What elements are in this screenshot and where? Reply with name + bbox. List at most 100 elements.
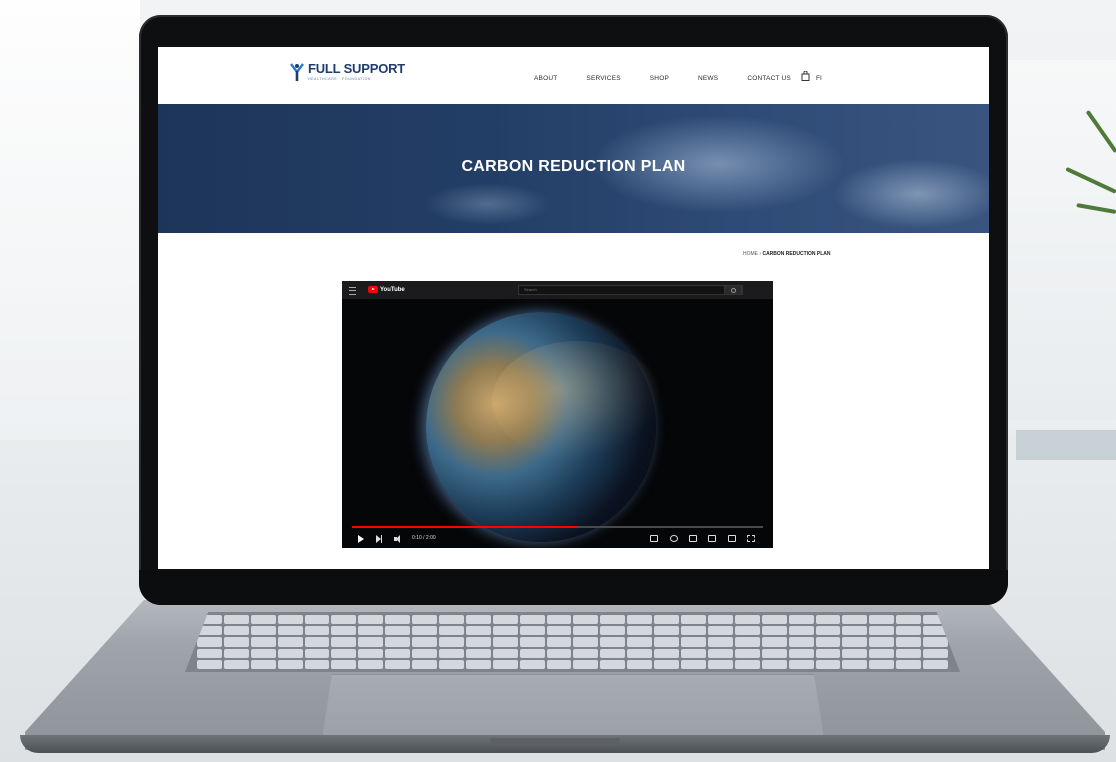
nav-item-shop[interactable]: SHOP bbox=[650, 75, 669, 82]
keyboard-key bbox=[277, 626, 303, 636]
keyboard-key bbox=[277, 648, 303, 658]
keyboard-key bbox=[250, 659, 276, 669]
keyboard-key bbox=[842, 615, 868, 625]
youtube-play-icon bbox=[368, 286, 378, 293]
breadcrumb: HOME › CARBON REDUCTION PLAN bbox=[743, 251, 831, 257]
nav-item-about[interactable]: ABOUT bbox=[534, 75, 557, 82]
keyboard-key bbox=[842, 648, 868, 658]
keyboard-key bbox=[707, 648, 733, 658]
keyboard-key bbox=[896, 648, 922, 658]
keyboard-key bbox=[707, 659, 733, 669]
keyboard-key bbox=[815, 637, 841, 647]
keyboard-key bbox=[842, 637, 868, 647]
keyboard-key bbox=[465, 648, 491, 658]
youtube-wordmark: YouTube bbox=[380, 286, 405, 293]
keyboard-key bbox=[654, 626, 680, 636]
search-input[interactable]: Search bbox=[518, 285, 743, 295]
autoplay-icon[interactable] bbox=[650, 535, 658, 542]
breadcrumb-home[interactable]: HOME bbox=[743, 251, 758, 257]
keyboard-key bbox=[250, 648, 276, 658]
keyboard-key bbox=[519, 659, 545, 669]
fullscreen-icon[interactable] bbox=[747, 535, 755, 542]
logo-tagline: HEALTHCARE · FOUNDATION bbox=[308, 77, 372, 81]
keyboard-key bbox=[627, 626, 653, 636]
keyboard-key bbox=[412, 615, 438, 625]
keyboard-key bbox=[197, 648, 222, 658]
hero-banner: CARBON REDUCTION PLAN bbox=[158, 104, 989, 233]
keyboard-key bbox=[519, 626, 545, 636]
next-icon[interactable] bbox=[376, 535, 384, 543]
keyboard-key bbox=[546, 648, 572, 658]
progress-fill bbox=[352, 526, 579, 528]
nav-item-services[interactable]: SERVICES bbox=[586, 75, 620, 82]
keyboard-key bbox=[385, 648, 411, 658]
keyboard-key bbox=[707, 637, 733, 647]
keyboard-key bbox=[546, 637, 572, 647]
player-controls: 0:10 / 2:00 bbox=[342, 531, 773, 548]
menu-icon[interactable] bbox=[349, 287, 356, 295]
laptop-trackpad bbox=[322, 674, 824, 738]
keyboard-key bbox=[385, 637, 411, 647]
keyboard-key bbox=[277, 659, 303, 669]
plant-leaves bbox=[1056, 109, 1116, 240]
keyboard-key bbox=[788, 626, 814, 636]
cart-icon[interactable] bbox=[801, 71, 810, 81]
keyboard-key bbox=[788, 637, 814, 647]
keyboard-key bbox=[223, 615, 249, 625]
keyboard-key bbox=[627, 637, 653, 647]
keyboard-key bbox=[412, 648, 438, 658]
volume-icon[interactable] bbox=[394, 535, 402, 543]
cast-icon[interactable] bbox=[728, 535, 736, 542]
video-player[interactable]: YouTube Search 0:10 / 2:00 bbox=[342, 281, 773, 548]
keyboard-key bbox=[197, 637, 222, 647]
miniplayer-icon[interactable] bbox=[689, 535, 697, 542]
keyboard-key bbox=[358, 615, 384, 625]
logo-name: FULL SUPPORT bbox=[308, 61, 406, 76]
keyboard-key bbox=[869, 648, 895, 658]
progress-bar[interactable] bbox=[352, 526, 763, 528]
nav-item-contact[interactable]: CONTACT US bbox=[747, 75, 791, 82]
settings-icon[interactable] bbox=[670, 535, 678, 542]
keyboard-key bbox=[465, 637, 491, 647]
keyboard-key bbox=[465, 626, 491, 636]
keyboard-key bbox=[842, 659, 868, 669]
keyboard-key bbox=[331, 659, 357, 669]
site-logo[interactable]: FULL SUPPORT HEALTHCARE · FOUNDATION bbox=[289, 62, 405, 82]
background-shelf bbox=[1016, 430, 1116, 460]
keyboard-key bbox=[465, 659, 491, 669]
keyboard-key bbox=[223, 659, 249, 669]
keyboard-key bbox=[627, 615, 653, 625]
keyboard-key bbox=[761, 637, 787, 647]
keyboard-key bbox=[197, 659, 222, 669]
keyboard-key bbox=[277, 637, 303, 647]
laptop-bezel-chin bbox=[139, 570, 1008, 605]
keyboard-key bbox=[654, 659, 680, 669]
keyboard-key bbox=[815, 615, 841, 625]
keyboard-key bbox=[842, 626, 868, 636]
keyboard-key bbox=[439, 659, 464, 669]
keyboard-key bbox=[412, 626, 438, 636]
keyboard-key bbox=[788, 648, 814, 658]
logo-icon bbox=[290, 63, 304, 81]
keyboard-key bbox=[681, 637, 706, 647]
theater-icon[interactable] bbox=[708, 535, 716, 542]
keyboard-key bbox=[304, 615, 330, 625]
keyboard-key bbox=[331, 648, 357, 658]
keyboard-key bbox=[896, 659, 922, 669]
keyboard-key bbox=[223, 637, 249, 647]
search-icon[interactable] bbox=[724, 285, 742, 295]
play-icon[interactable] bbox=[358, 535, 364, 543]
keyboard-key bbox=[223, 626, 249, 636]
keyboard-key bbox=[734, 637, 760, 647]
keyboard-key bbox=[331, 615, 357, 625]
keyboard-key bbox=[358, 648, 384, 658]
language-switch[interactable]: FI bbox=[816, 75, 822, 82]
youtube-logo[interactable]: YouTube bbox=[368, 286, 405, 293]
keyboard-key bbox=[492, 648, 518, 658]
keyboard-key bbox=[358, 637, 384, 647]
keyboard-key bbox=[573, 637, 599, 647]
nav-item-news[interactable]: NEWS bbox=[698, 75, 718, 82]
keyboard-key bbox=[896, 615, 922, 625]
breadcrumb-current: CARBON REDUCTION PLAN bbox=[762, 251, 831, 257]
keyboard-key bbox=[492, 615, 518, 625]
